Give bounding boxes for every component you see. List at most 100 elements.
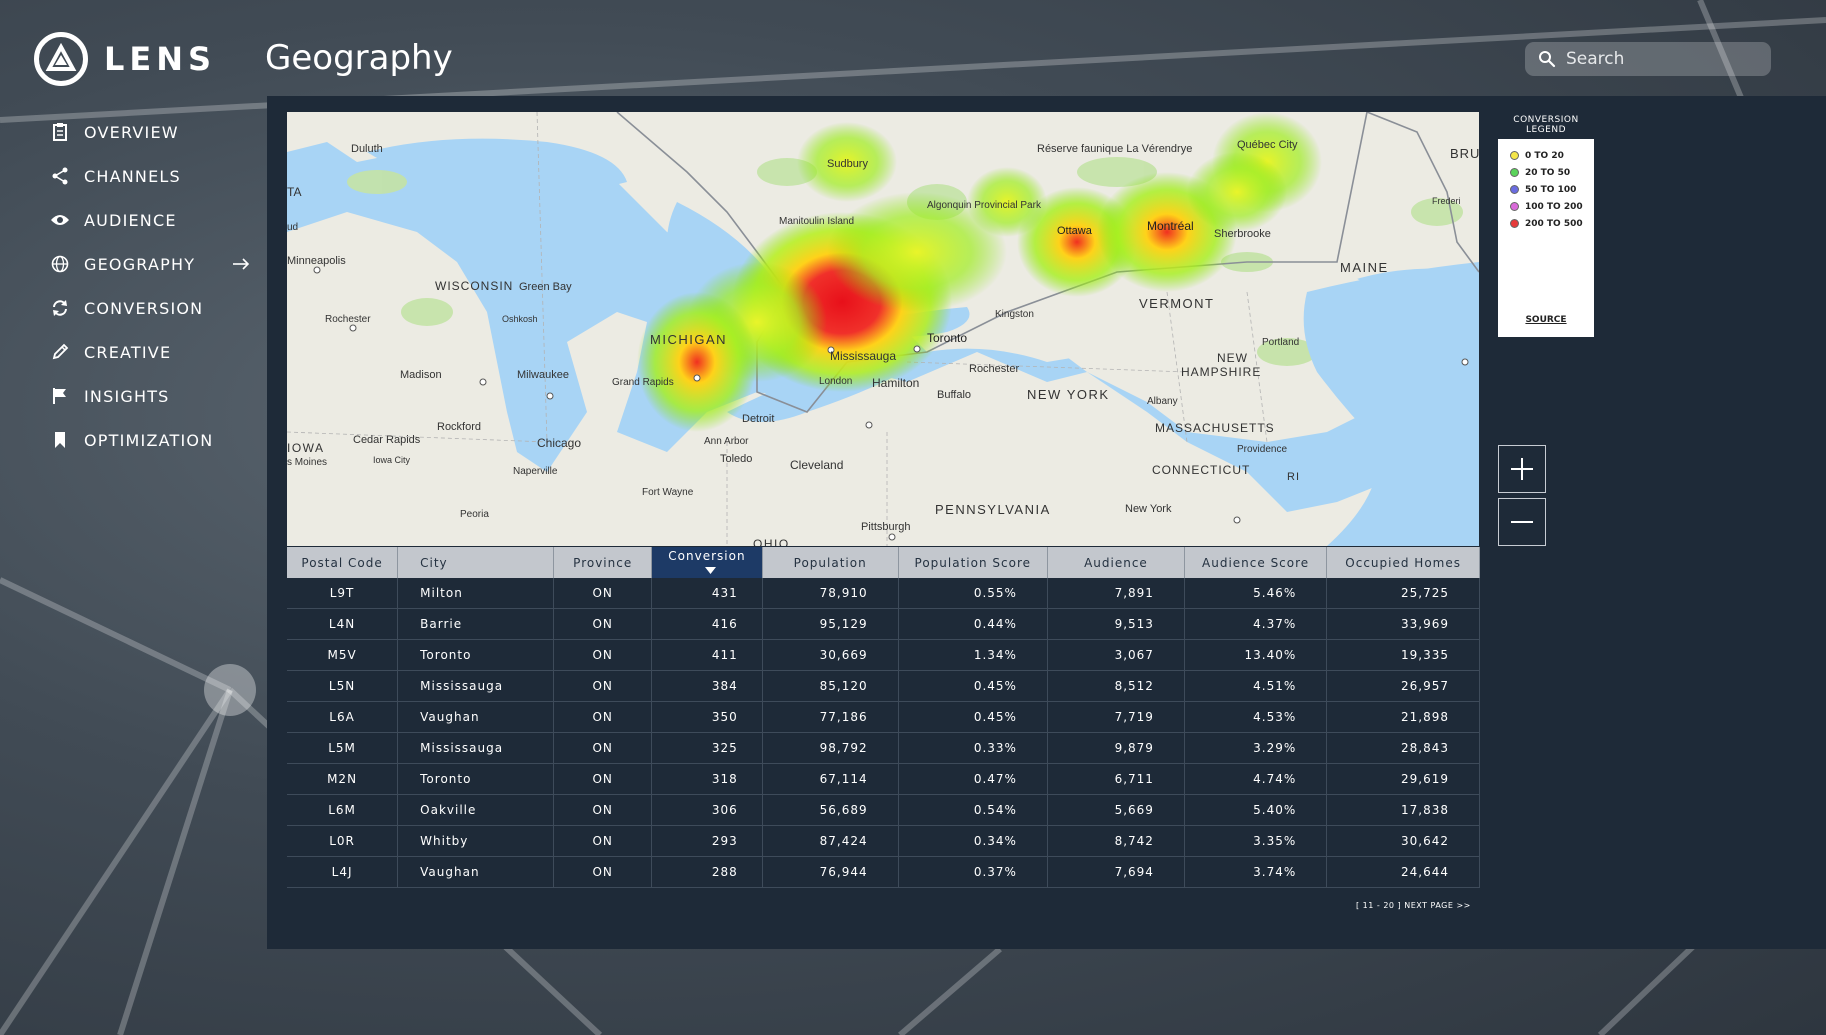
map-label-quebec: Québec City <box>1237 139 1298 151</box>
heatmap-map[interactable]: Duluth Sudbury Réserve faunique La Véren… <box>287 112 1479 546</box>
table-cell: 13.40% <box>1184 639 1328 671</box>
lens-logo-icon <box>34 32 88 86</box>
table-cell: L5M <box>287 732 399 764</box>
table-row[interactable]: M2N Toronto ON 318 67,114 0.47% 6,711 4.74% 29,6… <box>287 763 1480 795</box>
flag-icon <box>50 386 70 406</box>
column-header-postal-code[interactable]: Postal Code <box>287 547 399 578</box>
refresh-icon <box>50 298 70 318</box>
legend-swatch <box>1510 219 1519 228</box>
map-label-montreal: Montréal <box>1147 219 1194 233</box>
zoom-out-button[interactable] <box>1498 498 1546 546</box>
table-row[interactable]: L5N Mississauga ON 384 85,120 0.45% 8,512 4.51%… <box>287 670 1480 702</box>
table-cell: 5.40% <box>1184 794 1328 826</box>
column-header-audience[interactable]: Audience <box>1047 547 1185 578</box>
table-row[interactable]: L9T Milton ON 431 78,910 0.55% 7,891 5.46% 25,72… <box>287 578 1480 609</box>
globe-icon <box>50 254 70 274</box>
map-label-chicago: Chicago <box>537 436 581 450</box>
sidebar-item-creative[interactable]: CREATIVE <box>50 330 250 374</box>
map-label-toledo: Toledo <box>720 453 752 465</box>
table-cell: 5,669 <box>1047 794 1185 826</box>
table-cell: 3.74% <box>1184 856 1328 888</box>
map-label-providence: Providence <box>1237 444 1287 455</box>
zoom-in-button[interactable] <box>1498 445 1546 493</box>
map-label-bru: BRU <box>1450 146 1479 161</box>
table-cell: L6A <box>287 701 399 733</box>
map-label-portland: Portland <box>1262 337 1299 348</box>
column-header-occupied-homes[interactable]: Occupied Homes <box>1326 547 1480 578</box>
map-label-green-bay: Green Bay <box>519 281 572 293</box>
table-cell: 76,944 <box>762 856 899 888</box>
table-row[interactable]: L6A Vaughan ON 350 77,186 0.45% 7,719 4.53% 21,8… <box>287 701 1480 733</box>
table-cell: 416 <box>651 608 763 640</box>
table-cell: M2N <box>287 763 399 795</box>
map-label-iowa-city: Iowa City <box>373 455 411 465</box>
table-row[interactable]: L4N Barrie ON 416 95,129 0.44% 9,513 4.37% 33,96… <box>287 608 1480 640</box>
map-label-sudbury: Sudbury <box>827 158 868 170</box>
table-cell: 98,792 <box>762 732 899 764</box>
table-cell: 7,719 <box>1047 701 1185 733</box>
table-row[interactable]: L4J Vaughan ON 288 76,944 0.37% 7,694 3.74% 24,6… <box>287 856 1480 888</box>
app-logo[interactable]: LENS <box>34 32 216 86</box>
table-cell: L0R <box>287 825 399 857</box>
table-cell: 30,669 <box>762 639 899 671</box>
sidebar-item-channels[interactable]: CHANNELS <box>50 154 250 198</box>
next-page-link[interactable]: [ 11 - 20 ] NEXT PAGE >> <box>1356 901 1471 910</box>
page-title: Geography <box>265 38 453 78</box>
table-row[interactable]: L5M Mississauga ON 325 98,792 0.33% 9,879 3.29%… <box>287 732 1480 764</box>
sidebar-item-optimization[interactable]: OPTIMIZATION <box>50 418 250 462</box>
table-cell: 19,335 <box>1326 639 1480 671</box>
legend-source-link[interactable]: SOURCE <box>1498 315 1594 325</box>
table-cell: 7,891 <box>1047 578 1185 609</box>
map-label-kingston: Kingston <box>995 309 1034 320</box>
map-label-rochester-ny: Rochester <box>969 363 1019 375</box>
column-header-audience-score[interactable]: Audience Score <box>1184 547 1328 578</box>
table-row[interactable]: L6M Oakville ON 306 56,689 0.54% 5,669 5.40% 17,… <box>287 794 1480 826</box>
map-label-toronto: Toronto <box>927 331 967 345</box>
table-body: L9T Milton ON 431 78,910 0.55% 7,891 5.46% 25,72… <box>287 578 1480 888</box>
sidebar-item-label: CREATIVE <box>84 342 172 362</box>
search-input[interactable] <box>1564 48 1758 70</box>
table-cell: ON <box>553 670 653 702</box>
legend-swatch <box>1510 185 1519 194</box>
table-row[interactable]: M5V Toronto ON 411 30,669 1.34% 3,067 13.40% 19,… <box>287 639 1480 671</box>
sidebar-item-conversion[interactable]: CONVERSION <box>50 286 250 330</box>
pencil-icon <box>50 342 70 362</box>
map-label-mississauga: Mississauga <box>830 349 896 363</box>
sidebar-item-overview[interactable]: OVERVIEW <box>50 110 250 154</box>
map-label-ri: RI <box>1287 471 1300 483</box>
map-label-reserve: Réserve faunique La Vérendrye <box>1037 143 1192 155</box>
table-cell: L4N <box>287 608 399 640</box>
table-cell: 4.37% <box>1184 608 1328 640</box>
table-cell: ON <box>553 763 653 795</box>
caret-down-icon <box>705 566 717 574</box>
sidebar-item-audience[interactable]: AUDIENCE <box>50 198 250 242</box>
table-row[interactable]: L0R Whitby ON 293 87,424 0.34% 8,742 3.35% 30,64… <box>287 825 1480 857</box>
table-cell: L5N <box>287 670 399 702</box>
sidebar-item-label: INSIGHTS <box>84 386 170 406</box>
table-cell: 318 <box>651 763 763 795</box>
column-header-city[interactable]: City <box>397 547 555 578</box>
sidebar-item-insights[interactable]: INSIGHTS <box>50 374 250 418</box>
column-header-conversion[interactable]: Conversion <box>651 547 763 578</box>
table-cell: 0.44% <box>898 608 1048 640</box>
sidebar-item-label: GEOGRAPHY <box>84 254 196 274</box>
legend-title: CONVERSION LEGEND <box>1498 112 1594 139</box>
column-header-population[interactable]: Population <box>762 547 899 578</box>
map-label-ta: TA <box>287 185 301 199</box>
table-cell: 17,838 <box>1326 794 1480 826</box>
sidebar-item-label: OPTIMIZATION <box>84 430 214 450</box>
search-box[interactable] <box>1525 42 1771 76</box>
column-header-population-score[interactable]: Population Score <box>898 547 1048 578</box>
column-header-province[interactable]: Province <box>553 547 653 578</box>
table-cell: Toronto <box>397 639 555 671</box>
table-cell: Vaughan <box>397 701 555 733</box>
legend-swatch <box>1510 151 1519 160</box>
table-cell: L6M <box>287 794 399 826</box>
sidebar-item-geography[interactable]: GEOGRAPHY <box>50 242 250 286</box>
legend-swatch <box>1510 168 1519 177</box>
table-cell: 288 <box>651 856 763 888</box>
table-cell: 21,898 <box>1326 701 1480 733</box>
map-label-nh-2: HAMPSHIRE <box>1181 365 1261 379</box>
table-cell: 95,129 <box>762 608 899 640</box>
table-cell: 4.53% <box>1184 701 1328 733</box>
